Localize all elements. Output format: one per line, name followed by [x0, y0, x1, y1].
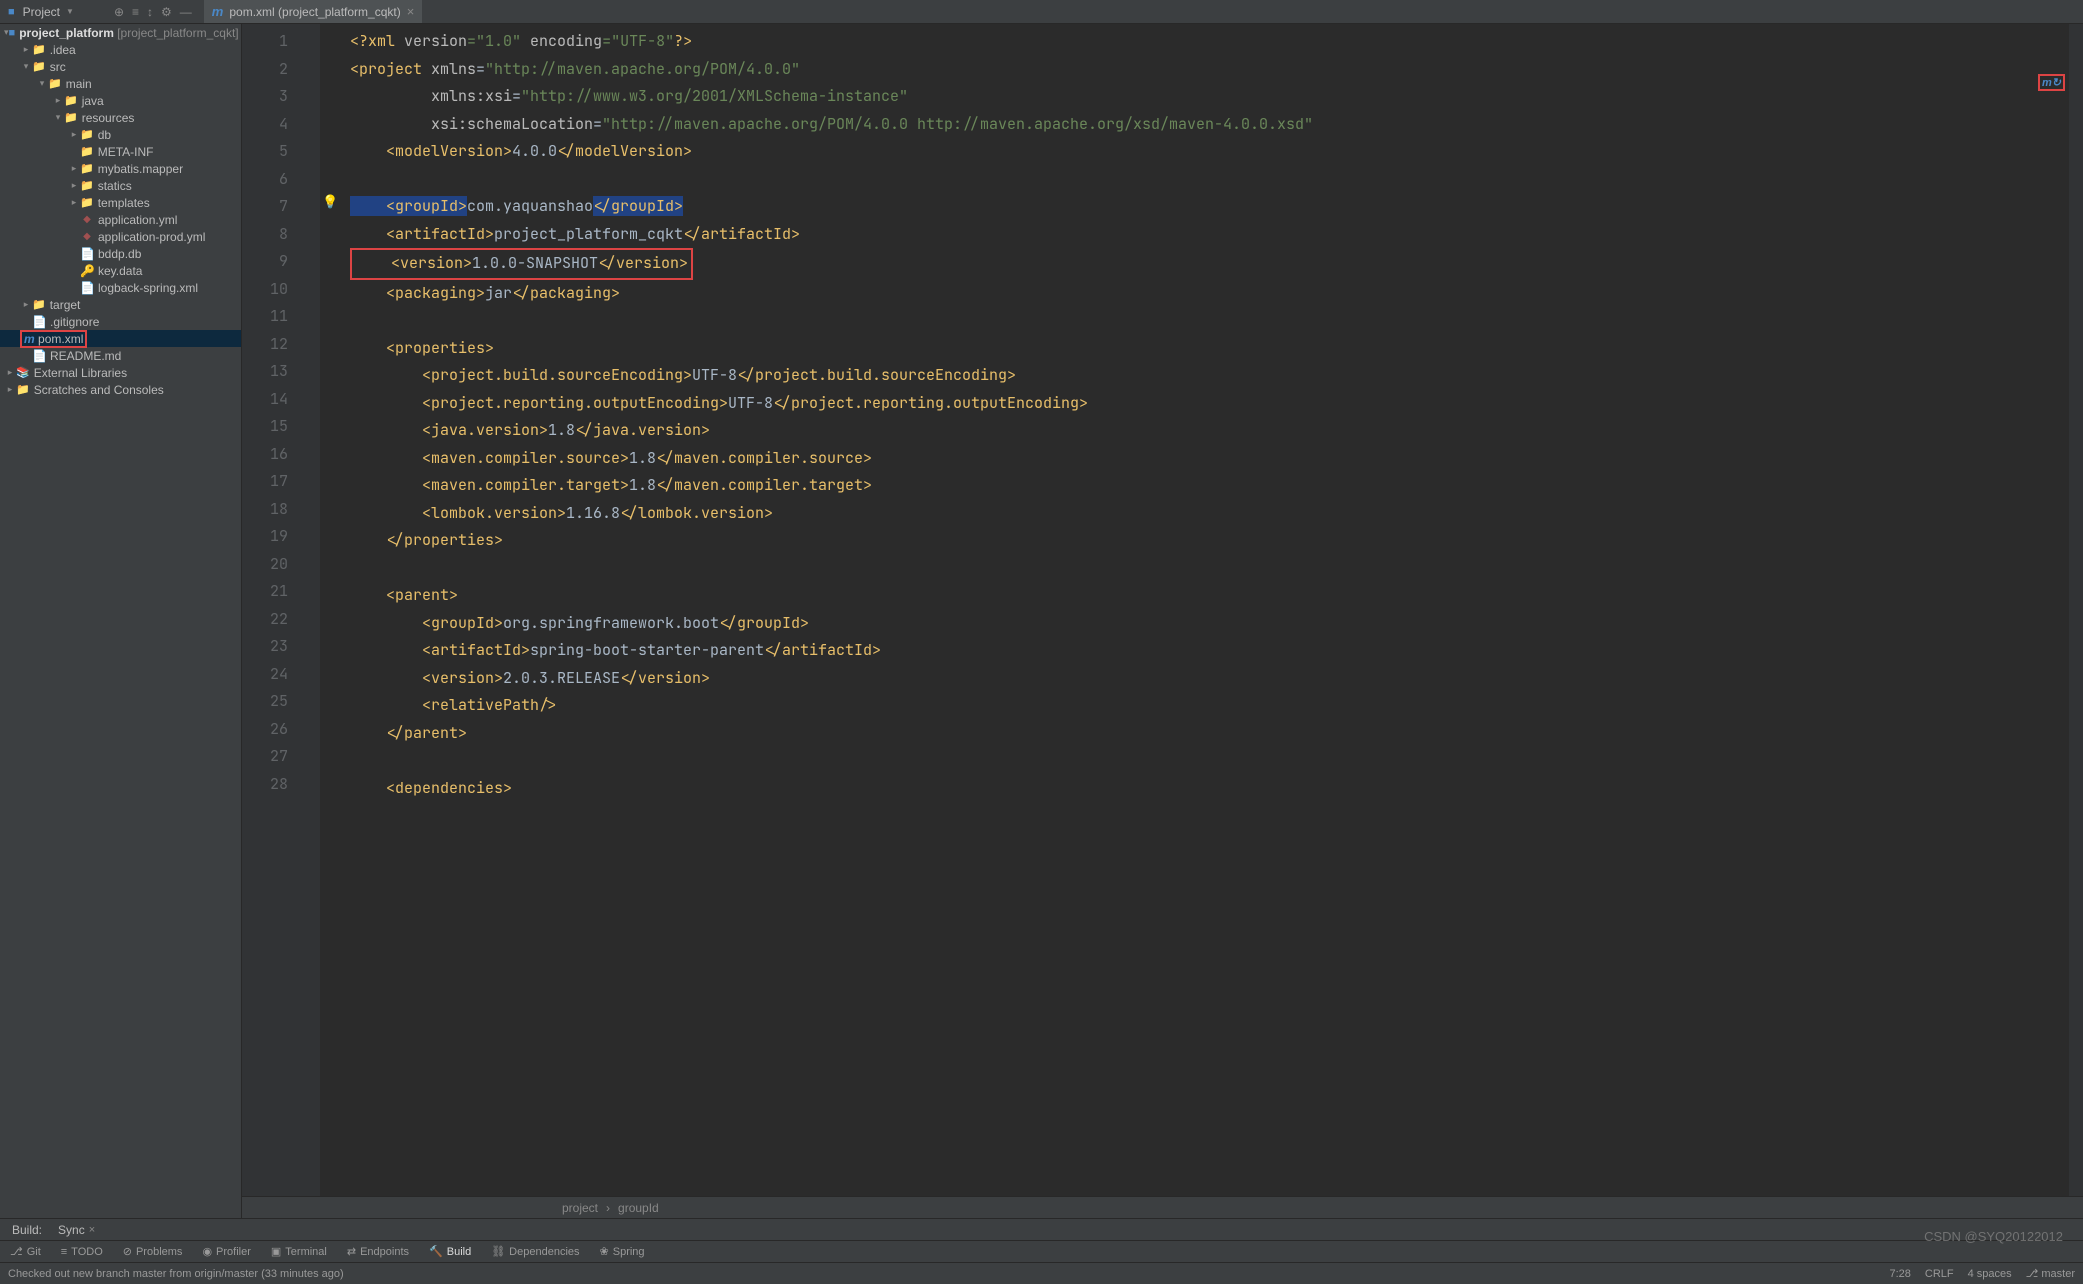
tree-db[interactable]: ▸📁db: [0, 126, 241, 143]
line-gutter[interactable]: 1234567891011121314151617181920212223242…: [242, 24, 302, 1196]
maven-icon: m: [212, 4, 224, 19]
tree-idea[interactable]: ▸📁.idea: [0, 41, 241, 58]
project-tool-icon[interactable]: ■: [8, 6, 15, 18]
sort-icon[interactable]: ↕: [147, 5, 153, 19]
tree-templates[interactable]: ▸📁templates: [0, 194, 241, 211]
toolbar-icons: ⊕ ≡ ↕ ⚙ —: [114, 5, 192, 19]
tree-readme[interactable]: 📄README.md: [0, 347, 241, 364]
tab-title: pom.xml (project_platform_cqkt): [229, 5, 400, 19]
tree-pomxml[interactable]: m pom.xml: [0, 330, 241, 347]
caret-position[interactable]: 7:28: [1889, 1268, 1910, 1280]
close-icon[interactable]: ×: [407, 4, 415, 19]
tree-resources[interactable]: ▾📁resources: [0, 109, 241, 126]
title-bar: ■ Project ▼ ⊕ ≡ ↕ ⚙ — m pom.xml (project…: [0, 0, 2083, 24]
problems-tool[interactable]: ⊘ Problems: [113, 1245, 193, 1258]
tree-appyml[interactable]: ◆application.yml: [0, 211, 241, 228]
fold-column[interactable]: [302, 24, 320, 1196]
profiler-tool[interactable]: ◉ Profiler: [192, 1245, 260, 1258]
minimize-icon[interactable]: —: [180, 5, 192, 19]
tree-appprod[interactable]: ◆application-prod.yml: [0, 228, 241, 245]
gear-icon[interactable]: ⚙: [161, 5, 172, 19]
status-bar: Checked out new branch master from origi…: [0, 1262, 2083, 1284]
editor-tab[interactable]: m pom.xml (project_platform_cqkt) ×: [204, 0, 423, 23]
inspection-column: 💡: [320, 24, 340, 1196]
git-branch[interactable]: ⎇ master: [2026, 1267, 2075, 1280]
deps-tool[interactable]: ⛓ Dependencies: [481, 1245, 589, 1258]
maven-reload-icon[interactable]: m↻: [2038, 74, 2065, 91]
git-tool[interactable]: ⎇ Git: [0, 1245, 51, 1258]
tree-keydata[interactable]: 🔑key.data: [0, 262, 241, 279]
tree-external-libs[interactable]: ▸📚External Libraries: [0, 364, 241, 381]
target-icon[interactable]: ⊕: [114, 5, 124, 19]
breadcrumb-item[interactable]: project: [562, 1201, 598, 1215]
editor-area: 1234567891011121314151617181920212223242…: [242, 24, 2083, 1218]
chevron-down-icon[interactable]: ▼: [66, 7, 74, 16]
breadcrumb-bar: project› groupId: [242, 1196, 2083, 1218]
build-tool[interactable]: 🔨 Build: [419, 1245, 481, 1258]
terminal-tool[interactable]: ▣ Terminal: [261, 1245, 337, 1258]
vcs-status[interactable]: Checked out new branch master from origi…: [8, 1268, 344, 1280]
tree-root[interactable]: ▾■project_platform [project_platform_cqk…: [0, 24, 241, 41]
breadcrumb-item[interactable]: groupId: [618, 1201, 659, 1215]
bottom-tab-bar: Build: Sync ×: [0, 1218, 2083, 1240]
error-stripe[interactable]: [2069, 24, 2083, 1196]
build-tab[interactable]: Build:: [4, 1221, 50, 1239]
right-margin: m↻: [2039, 24, 2069, 1196]
project-tree[interactable]: ▾■project_platform [project_platform_cqk…: [0, 24, 242, 1218]
close-icon[interactable]: ×: [89, 1224, 95, 1236]
watermark-text: CSDN @SYQ20122012: [1924, 1229, 2063, 1244]
sync-tab[interactable]: Sync ×: [50, 1221, 103, 1239]
tree-src[interactable]: ▾📁src: [0, 58, 241, 75]
tool-window-bar: ⎇ Git ≡ TODO ⊘ Problems ◉ Profiler ▣ Ter…: [0, 1240, 2083, 1262]
bulb-icon[interactable]: 💡: [322, 194, 338, 210]
filter-icon[interactable]: ≡: [132, 5, 139, 19]
spring-tool[interactable]: ❀ Spring: [590, 1245, 655, 1258]
project-tool-label[interactable]: Project: [23, 5, 60, 19]
tree-gitignore[interactable]: 📄.gitignore: [0, 313, 241, 330]
tree-scratches[interactable]: ▸📁Scratches and Consoles: [0, 381, 241, 398]
tree-main[interactable]: ▾📁main: [0, 75, 241, 92]
tree-bddp[interactable]: 📄bddp.db: [0, 245, 241, 262]
tree-mybatis[interactable]: ▸📁mybatis.mapper: [0, 160, 241, 177]
tree-metainf[interactable]: 📁META-INF: [0, 143, 241, 160]
tree-statics[interactable]: ▸📁statics: [0, 177, 241, 194]
line-sep[interactable]: CRLF: [1925, 1268, 1954, 1280]
code-content[interactable]: <?xml version="1.0" encoding="UTF-8"?> <…: [340, 24, 2039, 1196]
todo-tool[interactable]: ≡ TODO: [51, 1246, 113, 1258]
tree-logback[interactable]: 📄logback-spring.xml: [0, 279, 241, 296]
tree-java[interactable]: ▸📁java: [0, 92, 241, 109]
tree-target[interactable]: ▸📁target: [0, 296, 241, 313]
endpoints-tool[interactable]: ⇄ Endpoints: [337, 1245, 419, 1258]
indent-info[interactable]: 4 spaces: [1968, 1268, 2012, 1280]
